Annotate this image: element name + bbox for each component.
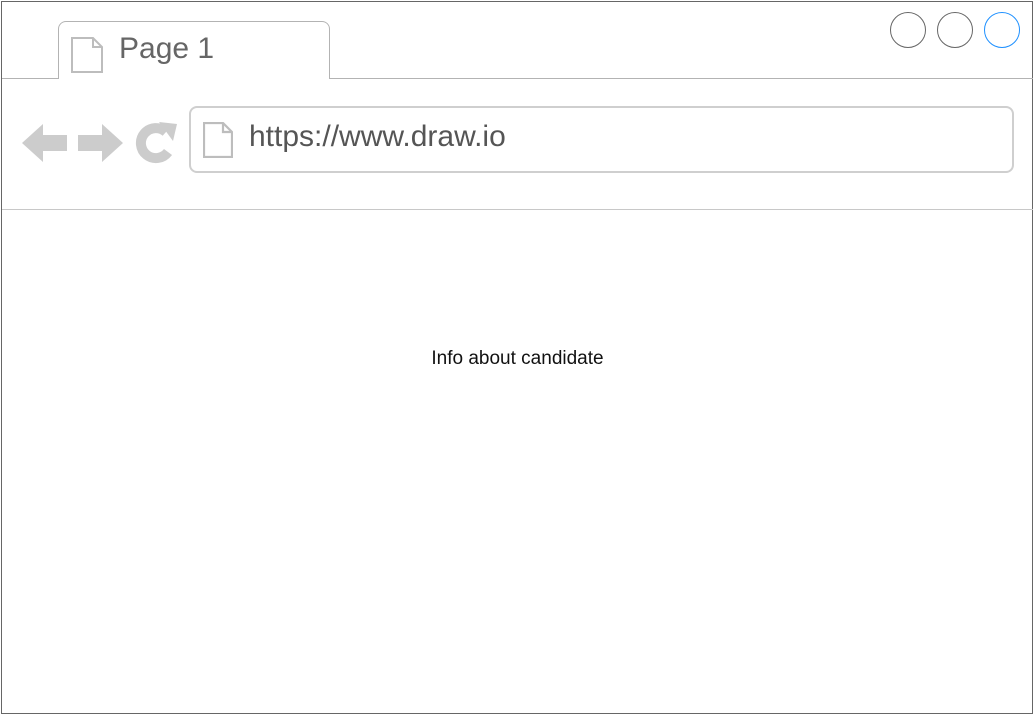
forward-arrow-icon[interactable] [77, 121, 123, 170]
tab-label: Page 1 [119, 32, 215, 65]
tab-bar-divider [330, 78, 1033, 79]
page-content-text: Info about candidate [431, 348, 604, 369]
toolbar-divider [2, 209, 1033, 210]
back-arrow-icon[interactable] [22, 121, 68, 170]
page-icon [71, 37, 103, 78]
window-control-icon[interactable] [890, 12, 926, 48]
url-text[interactable]: https://www.draw.io [249, 120, 506, 154]
tab-page-1[interactable]: Page 1 [58, 21, 330, 79]
tab-bar-divider [2, 78, 58, 79]
window-control-icon[interactable] [937, 12, 973, 48]
address-bar[interactable]: https://www.draw.io [189, 106, 1014, 173]
browser-window: Page 1 https://www.draw.io Info about ca… [1, 1, 1033, 714]
window-control-icon[interactable] [984, 12, 1020, 48]
reload-icon[interactable] [135, 122, 179, 169]
page-icon [202, 121, 234, 163]
